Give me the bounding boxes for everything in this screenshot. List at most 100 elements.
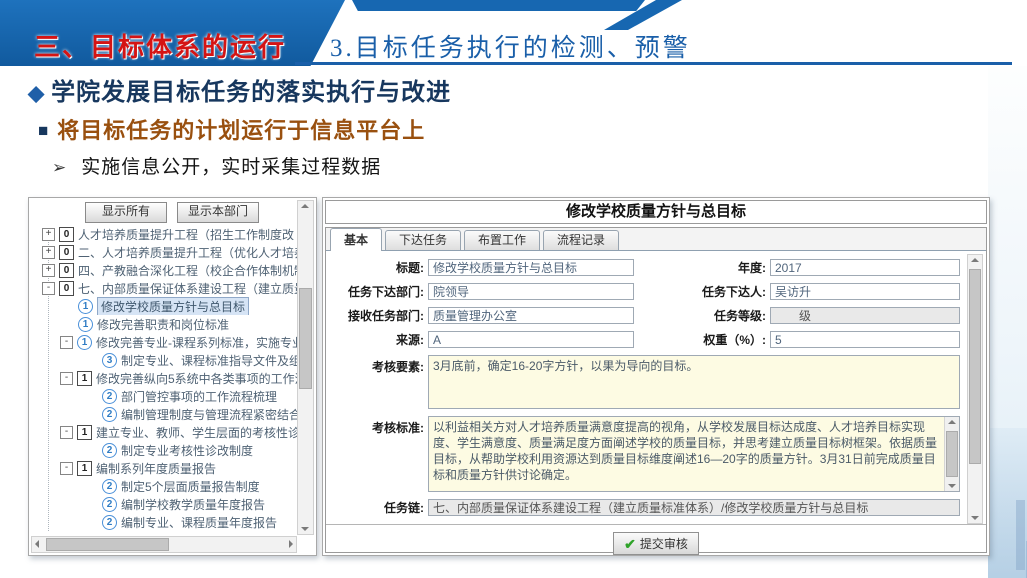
heading-level1-text: 学院发展目标任务的落实执行与改进 [51, 79, 451, 106]
tab-process-record[interactable]: 流程记录 [543, 230, 619, 250]
tree-item-label[interactable]: 四、产教融合深化工程（校企合作体制机制 [78, 262, 297, 279]
scrollbar-thumb[interactable] [46, 538, 169, 551]
source-label: 来源: [336, 331, 424, 348]
scrollbar-thumb[interactable] [946, 431, 958, 477]
assess-standard-textarea[interactable]: 以利益相关方对人才培养质量满意度提高的视角，从学校发展目标达成度、人才培养目标实… [428, 416, 960, 492]
step-badge: 1 [78, 317, 93, 332]
tree-item-label[interactable]: 修改完善职责和岗位标准 [97, 316, 229, 333]
tree-item-label[interactable]: 建立专业、教师、学生层面的考核性诊 [96, 424, 297, 441]
slide: 三、目标体系的运行 3.目标任务执行的检测、预警 ◆ 学院发展目标任务的落实执行与… [0, 0, 1027, 578]
scroll-down-icon[interactable] [301, 527, 309, 531]
show-all-button[interactable]: 显示所有 [85, 202, 167, 223]
page-subtitle: 3.目标任务执行的检测、预警 [330, 28, 691, 64]
subtitle-underline [295, 62, 1012, 65]
tree-item-label[interactable]: 部门管控事项的工作流程梳理 [121, 388, 277, 405]
section-title: 三、目标体系的运行 [34, 27, 286, 64]
tree-item[interactable]: 2制定专业考核性诊改制度 [32, 441, 297, 459]
tree-item[interactable]: -0七、内部质量保证体系建设工程（建立质量 [32, 279, 297, 297]
scroll-down-icon[interactable] [971, 516, 979, 520]
scroll-right-icon[interactable] [289, 540, 293, 548]
step-badge: 2 [102, 497, 117, 512]
tree-item[interactable]: +0二、人才培养质量提升工程（优化人才培养 [32, 243, 297, 261]
tree-item-label[interactable]: 修改完善专业-课程系列标准，实施专业 [96, 334, 297, 351]
tree-item[interactable]: 2制定5个层面质量报告制度 [32, 477, 297, 495]
tree-item[interactable]: -1修改完善纵向5系统中各类事项的工作流 [32, 369, 297, 387]
tree-item-label[interactable]: 编制系列年度质量报告 [96, 460, 216, 477]
tree-item[interactable]: +0 人才培养质量提升工程（招生工作制度改 [32, 225, 297, 243]
header-accent-strip [352, 0, 645, 11]
tree-item-label[interactable]: 制定专业考核性诊改制度 [121, 442, 253, 459]
tree-item-label[interactable]: 编制管理制度与管理流程紧密结合的 [121, 406, 297, 423]
check-icon: ✔ [624, 537, 636, 551]
receive-dept-label: 接收任务部门: [336, 307, 424, 324]
source-input[interactable] [428, 331, 634, 348]
issuer-input[interactable] [770, 283, 960, 300]
tree-item-label[interactable]: 编制专业、课程质量年度报告 [121, 514, 277, 531]
tree-item[interactable]: 1 修改完善职责和岗位标准 [32, 315, 297, 333]
tree-horizontal-scrollbar[interactable] [31, 536, 297, 553]
tree-item[interactable]: -1建立专业、教师、学生层面的考核性诊 [32, 423, 297, 441]
title-input[interactable] [428, 259, 634, 276]
tree-item[interactable]: -1 修改完善专业-课程系列标准，实施专业 [32, 333, 297, 351]
expander-icon[interactable]: - [60, 426, 73, 439]
textarea-scrollbar[interactable] [944, 417, 959, 491]
expander-icon[interactable]: + [42, 264, 55, 277]
expander-icon[interactable]: - [42, 282, 55, 295]
diamond-bullet-icon: ◆ [28, 82, 45, 105]
scroll-down-icon[interactable] [948, 484, 956, 488]
form-body: 基本 下达任务 布置工作 流程记录 标题: 年度: 任务下达部门: 任务下达人:… [325, 227, 987, 553]
tree-item[interactable]: 2 部门管控事项的工作流程梳理 [32, 387, 297, 405]
tree-item-label[interactable]: 修改学校质量方针与总目标 [97, 297, 249, 315]
scroll-up-icon[interactable] [971, 258, 979, 262]
tree-item[interactable]: 3 制定专业、课程标准指导文件及组织 [32, 351, 297, 369]
weight-input[interactable] [770, 331, 960, 348]
step-badge: 2 [102, 389, 117, 404]
scroll-left-icon[interactable] [35, 540, 39, 548]
tree-item-label[interactable]: 二、人才培养质量提升工程（优化人才培养 [78, 244, 297, 261]
expander-icon[interactable]: + [42, 228, 55, 241]
scroll-up-icon[interactable] [948, 420, 956, 424]
year-label: 年度: [662, 259, 766, 276]
tree-item-label[interactable]: 制定专业、课程标准指导文件及组织 [121, 352, 297, 369]
assess-standard-label: 考核标准: [336, 416, 424, 436]
tree-item[interactable]: 2 编制学校教学质量年度报告 [32, 495, 297, 513]
assess-elements-textarea[interactable]: 3月底前，确定16-20字方针，以果为导向的目标。 [428, 355, 960, 409]
task-chain-input[interactable] [428, 499, 960, 516]
tab-assign-work[interactable]: 布置工作 [464, 230, 540, 250]
tree-item[interactable]: 2编制管理制度与管理流程紧密结合的 [32, 405, 297, 423]
scrollbar-thumb[interactable] [969, 269, 981, 464]
task-level-input[interactable] [770, 307, 960, 324]
step-badge: 3 [102, 353, 117, 368]
tree-item-label[interactable]: 人才培养质量提升工程（招生工作制度改 [78, 226, 294, 243]
tree-item-label[interactable]: 修改完善纵向5系统中各类事项的工作流 [96, 370, 297, 387]
tree-item-label[interactable]: 编制学校教学质量年度报告 [121, 496, 265, 513]
button-bar: ✔ 提交审核 [326, 524, 986, 555]
count-badge: 0 [59, 263, 74, 278]
expander-icon[interactable]: - [60, 372, 73, 385]
tree-item-label[interactable]: 七、内部质量保证体系建设工程（建立质量 [78, 280, 297, 297]
form-vertical-scrollbar[interactable] [967, 254, 983, 524]
skyline-watermark [988, 428, 1027, 578]
form-fields: 标题: 年度: 任务下达部门: 任务下达人: 接收任务部门: 任务等级: 来源:… [326, 251, 986, 516]
tree-item[interactable]: -1编制系列年度质量报告 [32, 459, 297, 477]
receive-dept-input[interactable] [428, 307, 634, 324]
expander-icon[interactable]: + [42, 246, 55, 259]
submit-review-button[interactable]: ✔ 提交审核 [613, 532, 699, 555]
step-badge: 1 [77, 335, 92, 350]
show-department-button[interactable]: 显示本部门 [177, 202, 259, 223]
tree-item-selected[interactable]: 1修改学校质量方针与总目标 [32, 297, 297, 315]
tree-item[interactable]: +0 四、产教融合深化工程（校企合作体制机制 [32, 261, 297, 279]
tab-basic[interactable]: 基本 [330, 228, 382, 251]
expander-icon[interactable]: - [60, 462, 73, 475]
scrollbar-thumb[interactable] [299, 288, 312, 390]
tree-item[interactable]: 2编制专业、课程质量年度报告 [32, 513, 297, 531]
scroll-up-icon[interactable] [301, 204, 309, 208]
tree-item-label[interactable]: 制定5个层面质量报告制度 [121, 478, 260, 495]
task-level-label: 任务等级: [662, 307, 766, 324]
tree-vertical-scrollbar[interactable] [297, 200, 314, 535]
expander-icon[interactable]: - [60, 336, 73, 349]
count-badge: 0 [59, 227, 74, 242]
tab-issue-task[interactable]: 下达任务 [385, 230, 461, 250]
year-input[interactable] [770, 259, 960, 276]
issue-dept-input[interactable] [428, 283, 634, 300]
